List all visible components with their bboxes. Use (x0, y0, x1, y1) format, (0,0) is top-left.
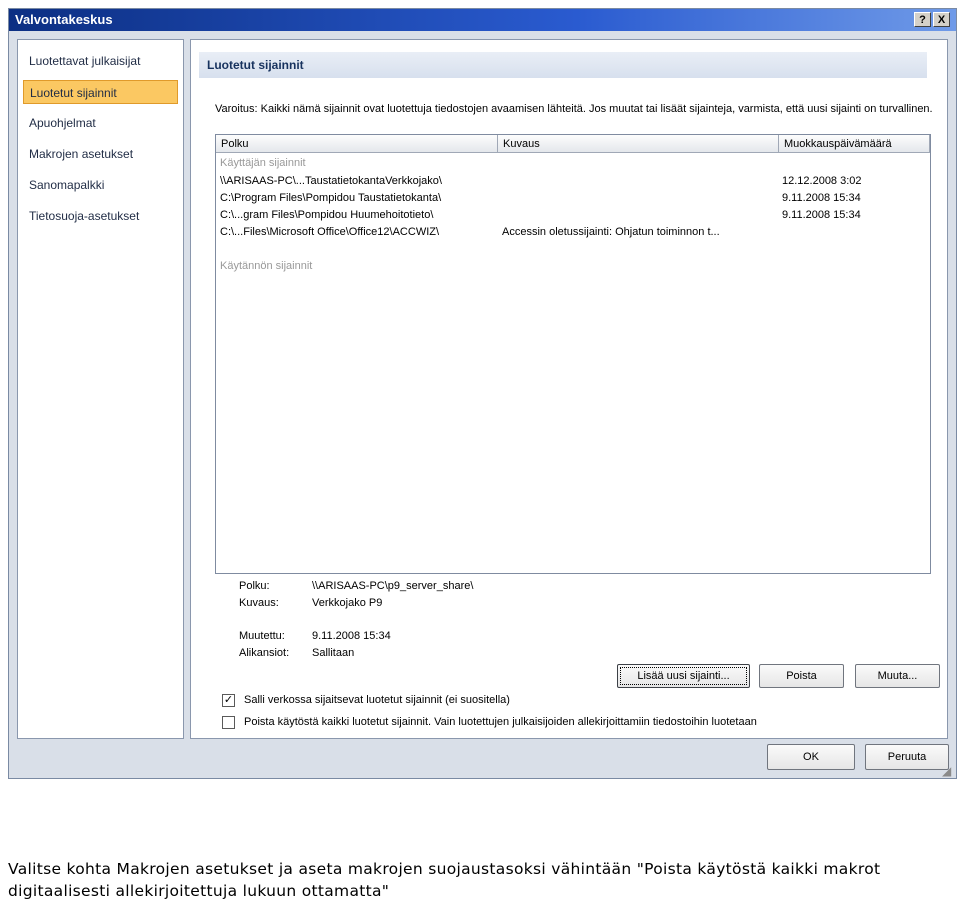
modified-label: Muutettu: (239, 630, 285, 642)
group-label-user-locations: Käyttäjän sijainnit (220, 157, 306, 169)
help-button[interactable]: ? (914, 12, 931, 27)
row-date: 9.11.2008 15:34 (782, 192, 861, 204)
sidebar-item-label: Tietosuoja-asetukset (29, 209, 140, 223)
title-bar: Valvontakeskus ? X (9, 9, 956, 31)
sidebar-item-label: Apuohjelmat (29, 116, 96, 130)
subfolders-label: Alikansiot: (239, 647, 290, 659)
modified-value: 9.11.2008 15:34 (312, 630, 391, 642)
allow-network-locations-label[interactable]: Salli verkossa sijaitsevat luotetut sija… (244, 694, 510, 706)
sidebar-item-label: Luotettavat julkaisijat (29, 54, 141, 68)
disable-all-locations-checkbox[interactable] (222, 716, 235, 729)
description-value: Verkkojako P9 (312, 597, 383, 609)
column-header-modified[interactable]: Muokkauspäivämäärä (779, 135, 930, 153)
sidebar-item-label: Sanomapalkki (29, 178, 105, 192)
caption-text: Valitse kohta Makrojen asetukset ja aset… (8, 860, 881, 900)
cancel-button[interactable]: Peruuta (865, 744, 949, 770)
main-panel: Luotetut sijainnit Varoitus: Kaikki nämä… (190, 39, 948, 739)
row-path: C:\...gram Files\Pompidou Huumehoitotiet… (220, 209, 434, 221)
ok-button[interactable]: OK (767, 744, 855, 770)
window-title: Valvontakeskus (15, 12, 113, 27)
row-path: \\ARISAAS-PC\...TaustatietokantaVerkkoja… (220, 175, 442, 187)
row-date: 9.11.2008 15:34 (782, 209, 861, 221)
path-value: \\ARISAAS-PC\p9_server_share\ (312, 580, 474, 592)
add-location-button[interactable]: Lisää uusi sijainti... (617, 664, 750, 688)
row-path: C:\...Files\Microsoft Office\Office12\AC… (220, 226, 440, 238)
resize-grip-icon[interactable]: ◢ (942, 764, 954, 778)
warning-text: Varoitus: Kaikki nämä sijainnit ovat luo… (215, 103, 933, 115)
sidebar-item-trusted-locations[interactable]: Luotetut sijainnit (23, 80, 178, 104)
sidebar-item-message-bar[interactable]: Sanomapalkki (23, 173, 178, 197)
sidebar-item-trusted-publishers[interactable]: Luotettavat julkaisijat (23, 49, 178, 73)
trust-center-dialog: Valvontakeskus ? X Luotettavat julkaisij… (8, 8, 957, 779)
sidebar-item-macro-settings[interactable]: Makrojen asetukset (23, 142, 178, 166)
column-header-path[interactable]: Polku (216, 135, 498, 153)
sidebar-item-label: Luotetut sijainnit (30, 86, 117, 100)
group-label-policy-locations: Käytännön sijainnit (220, 260, 313, 272)
description-label: Kuvaus: (239, 597, 279, 609)
allow-network-locations-checkbox[interactable]: ✓ (222, 694, 235, 707)
row-date: 12.12.2008 3:02 (782, 175, 862, 187)
section-title: Luotetut sijainnit (199, 52, 927, 78)
row-description: Accessin oletussijainti: Ohjatun toiminn… (502, 226, 720, 238)
sidebar-item-privacy-options[interactable]: Tietosuoja-asetukset (23, 204, 178, 228)
column-header-description[interactable]: Kuvaus (498, 135, 779, 153)
remove-button[interactable]: Poista (759, 664, 844, 688)
row-path: C:\Program Files\Pompidou Taustatietokan… (220, 192, 442, 204)
sidebar-item-label: Makrojen asetukset (29, 147, 134, 161)
modify-button[interactable]: Muuta... (855, 664, 940, 688)
path-label: Polku: (239, 580, 270, 592)
disable-all-locations-label[interactable]: Poista käytöstä kaikki luotetut sijainni… (244, 716, 757, 728)
close-button[interactable]: X (933, 12, 950, 27)
subfolders-value: Sallitaan (312, 647, 355, 659)
trusted-locations-list[interactable]: Polku Kuvaus Muokkauspäivämäärä Käyttäjä… (215, 134, 931, 574)
sidebar-item-add-ins[interactable]: Apuohjelmat (23, 111, 178, 135)
sidebar-nav: Luotettavat julkaisijat Luotetut sijainn… (17, 39, 184, 739)
